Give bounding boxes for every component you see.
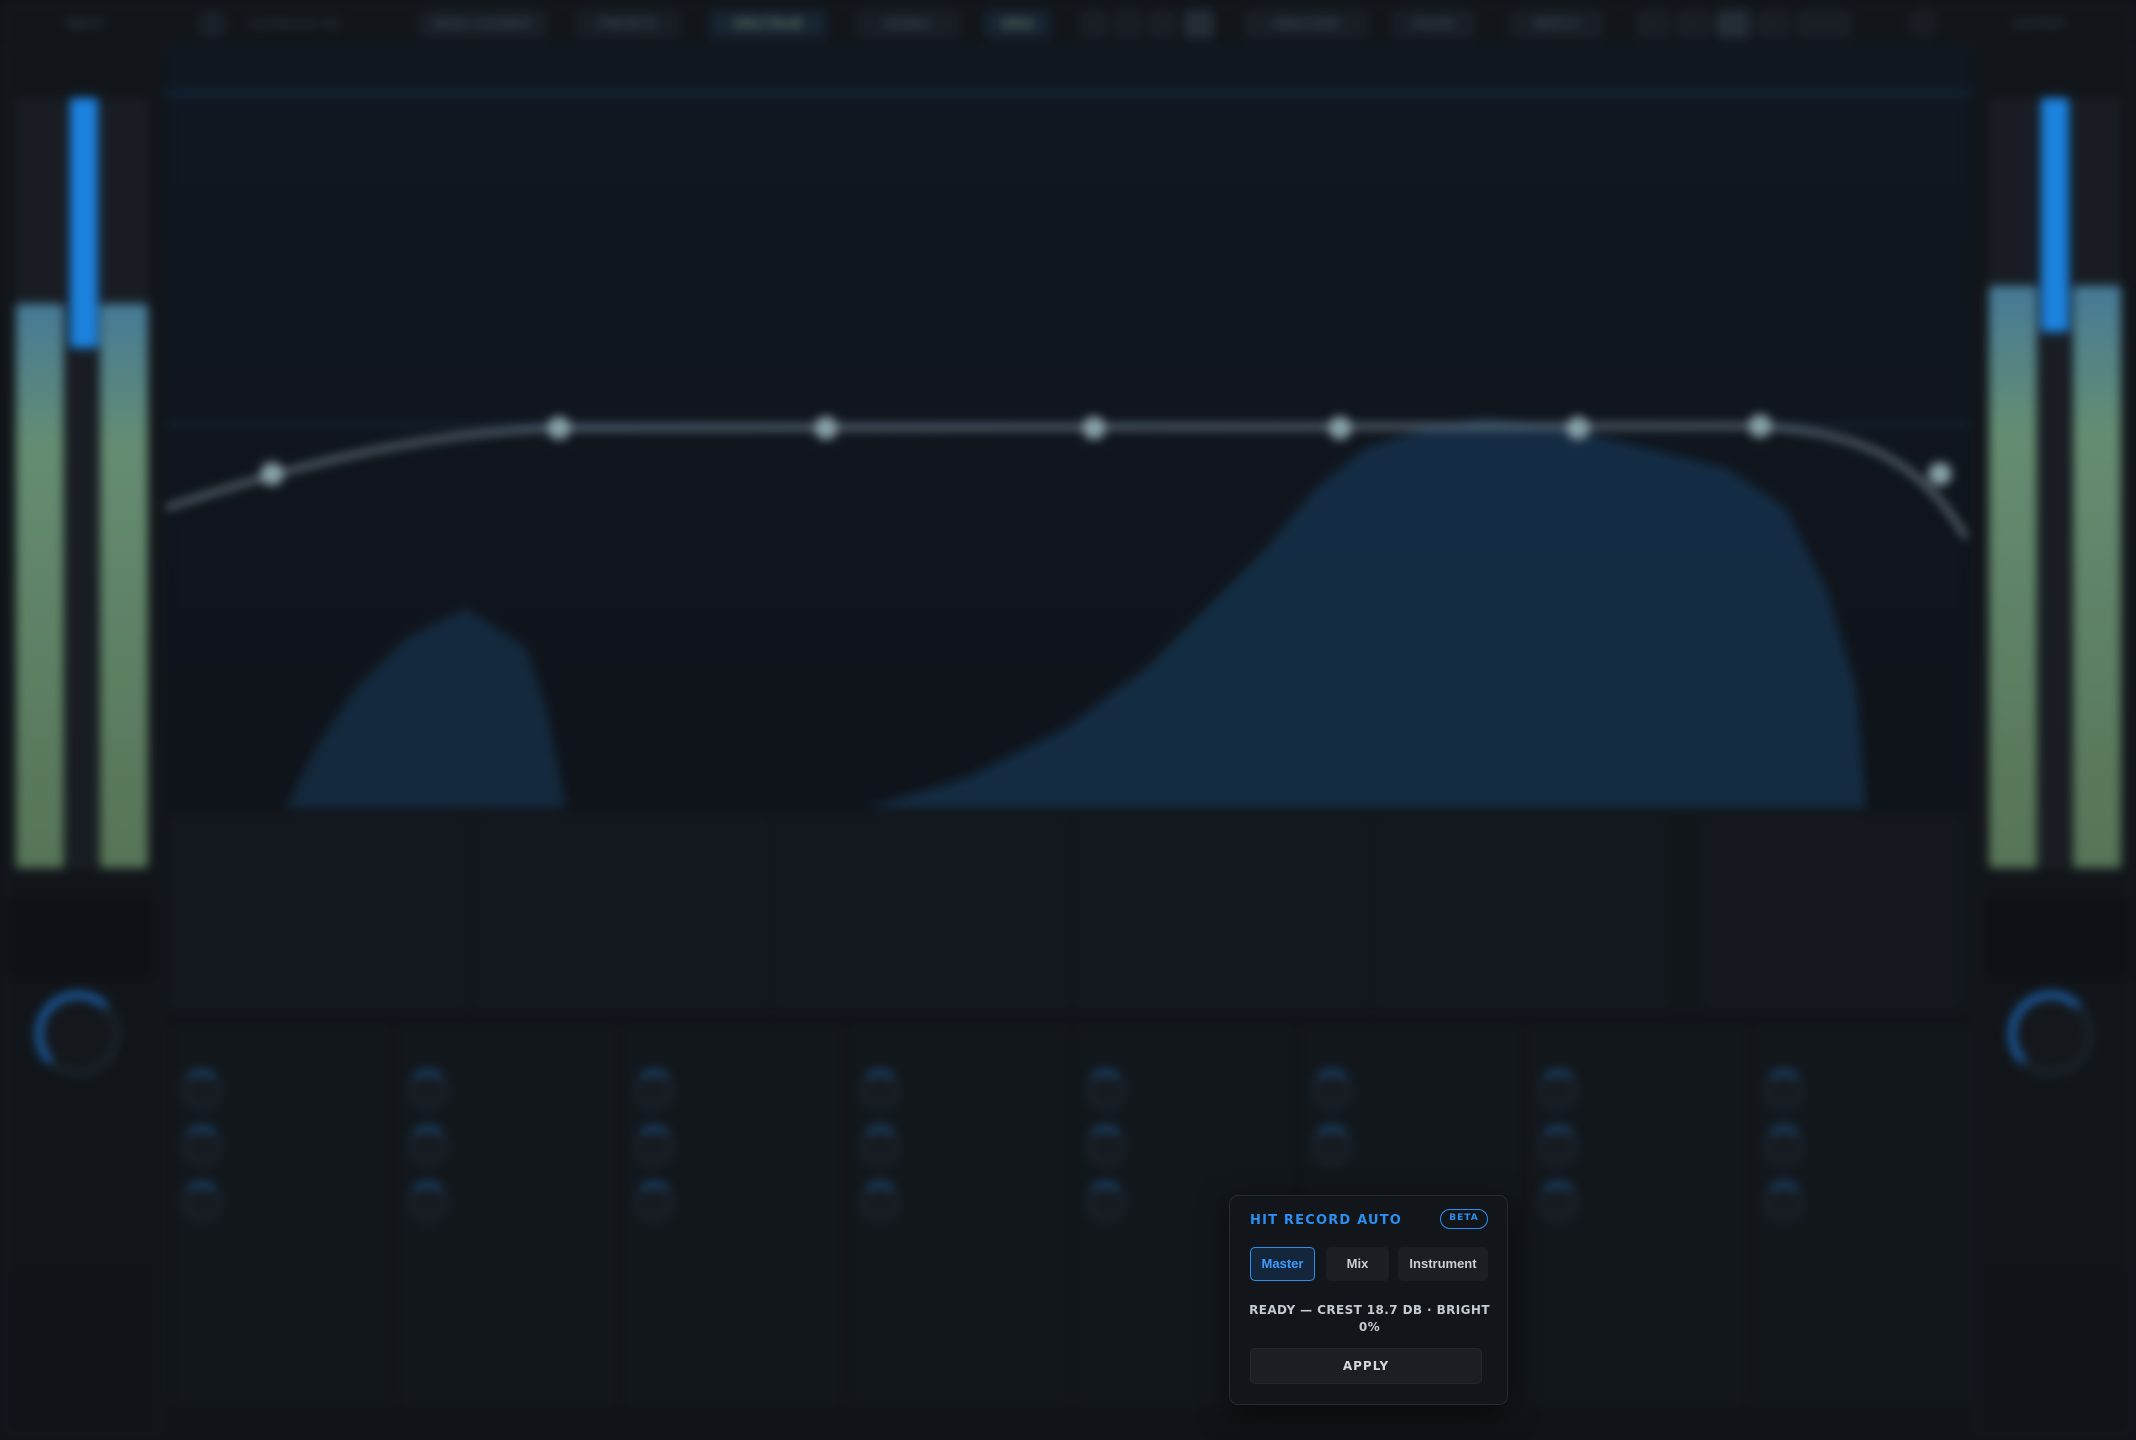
apply-button[interactable]: APPLY xyxy=(1250,1348,1482,1384)
band-knob[interactable] xyxy=(860,1126,900,1166)
module-row xyxy=(166,812,1970,1012)
output-label: OUTPUT xyxy=(2014,17,2066,31)
bottom-status-bar xyxy=(166,1412,1970,1440)
hit-record-auto-dialog: HIT RECORD AUTO BETA Master Mix Instrume… xyxy=(1229,1195,1508,1405)
band-knob[interactable] xyxy=(182,1182,222,1222)
toolbar-small-button[interactable] xyxy=(1636,10,1670,38)
band-knob[interactable] xyxy=(1538,1182,1578,1222)
bass-cleanup-button[interactable]: BASS CLEANUP xyxy=(418,10,548,38)
segment-mix-button[interactable]: Mix xyxy=(1326,1247,1389,1281)
eq-graph[interactable] xyxy=(166,48,1970,808)
band-knob[interactable] xyxy=(1086,1126,1126,1166)
eq-node xyxy=(548,417,570,439)
segment-instrument-button[interactable]: Instrument xyxy=(1398,1247,1488,1281)
band-knob[interactable] xyxy=(1764,1182,1804,1222)
band-knob[interactable] xyxy=(634,1126,674,1166)
grid-button[interactable]: GRID xyxy=(984,10,1050,38)
output-meter-right xyxy=(2073,286,2121,868)
toolbar-small-button[interactable] xyxy=(1184,10,1214,38)
input-meter-panel xyxy=(0,48,162,1440)
toolbar-small-button[interactable] xyxy=(1148,10,1176,38)
eq-curve-svg xyxy=(166,415,1970,808)
toolbar-small-button[interactable] xyxy=(1716,10,1750,38)
input-gain-knob[interactable] xyxy=(36,992,120,1076)
background-ui: INPUT EQTWOSIX EQ BASS CLEANUP PRESETS S… xyxy=(0,0,2136,1440)
band-knob[interactable] xyxy=(1764,1070,1804,1110)
band-knob[interactable] xyxy=(1086,1182,1126,1222)
eq-node xyxy=(1329,417,1351,439)
toolbar-small-button[interactable] xyxy=(1676,10,1710,38)
input-meter-right xyxy=(100,304,148,868)
output-readout xyxy=(1985,898,2127,978)
band-knob[interactable] xyxy=(1312,1126,1352,1166)
output-meter-panel xyxy=(1974,48,2136,1440)
band-knob[interactable] xyxy=(634,1182,674,1222)
input-label: INPUT xyxy=(65,17,105,31)
output-gain-knob[interactable] xyxy=(2009,992,2093,1076)
status-line-1: READY — CREST 18.7 DB · BRIGHT xyxy=(1249,1303,1490,1317)
module-sub-bass[interactable] xyxy=(174,820,464,1010)
spectrum-fill xyxy=(866,418,1866,808)
band-knob[interactable] xyxy=(182,1070,222,1110)
module-transient[interactable] xyxy=(1376,820,1666,1010)
toolbar-small-button[interactable] xyxy=(1796,10,1852,38)
input-gain-reduction-meter xyxy=(70,98,98,348)
band-knob[interactable] xyxy=(860,1182,900,1222)
output-stats xyxy=(1983,1268,2129,1428)
band-knob[interactable] xyxy=(1538,1126,1578,1166)
input-meter-left xyxy=(16,304,64,868)
eq-node xyxy=(1567,417,1589,439)
band-knob[interactable] xyxy=(1312,1070,1352,1110)
band-knob[interactable] xyxy=(182,1126,222,1166)
dialog-title: HIT RECORD AUTO xyxy=(1250,1213,1403,1228)
spectrum-fill xyxy=(286,608,566,808)
power-icon[interactable] xyxy=(1908,8,1938,38)
spectrum-button[interactable]: SPECTRUM xyxy=(710,10,826,38)
band-knob[interactable] xyxy=(408,1070,448,1110)
eq-node xyxy=(261,463,283,485)
module-coloration[interactable] xyxy=(476,820,766,1010)
phase-button[interactable]: PHASE xyxy=(1392,10,1476,38)
segment-master-button[interactable]: Master xyxy=(1250,1247,1315,1281)
band-knob[interactable] xyxy=(1764,1126,1804,1166)
signal-button[interactable]: SIGNAL xyxy=(856,10,960,38)
module-pulse[interactable] xyxy=(776,820,1066,1010)
band-knob[interactable] xyxy=(408,1182,448,1222)
status-text: READY — CREST 18.7 DB · BRIGHT 0% xyxy=(1240,1302,1499,1336)
status-line-2: 0% xyxy=(1358,1320,1381,1334)
match-button[interactable]: MATCH xyxy=(1510,10,1604,38)
plugin-window: INPUT EQTWOSIX EQ BASS CLEANUP PRESETS S… xyxy=(0,0,2136,1440)
eq-node xyxy=(1749,415,1771,437)
band-knob[interactable] xyxy=(408,1126,448,1166)
band-knob[interactable] xyxy=(860,1070,900,1110)
top-toolbar: INPUT EQTWOSIX EQ BASS CLEANUP PRESETS S… xyxy=(0,0,2136,48)
module-density[interactable] xyxy=(1076,820,1366,1010)
eq-node xyxy=(1083,417,1105,439)
output-meter-left xyxy=(1989,286,2037,868)
toolbar-small-button[interactable] xyxy=(1114,10,1142,38)
band-knob[interactable] xyxy=(1086,1070,1126,1110)
module-transient-view xyxy=(1706,820,1956,1010)
band-strip xyxy=(166,1020,1972,1410)
eq-node xyxy=(1929,463,1951,485)
analyzer-button[interactable]: ANALYZER xyxy=(1244,10,1368,38)
eq-node xyxy=(815,417,837,439)
beta-badge: BETA xyxy=(1440,1209,1488,1229)
band-knob[interactable] xyxy=(634,1070,674,1110)
input-stats xyxy=(8,1268,154,1428)
band-knob[interactable] xyxy=(1538,1070,1578,1110)
presets-button[interactable]: PRESETS xyxy=(576,10,680,38)
toolbar-small-button[interactable] xyxy=(1756,10,1790,38)
app-title: EQTWOSIX EQ xyxy=(249,17,341,31)
toolbar-small-button[interactable] xyxy=(1080,10,1108,38)
output-gain-reduction-meter xyxy=(2041,98,2069,332)
input-readout xyxy=(10,898,152,978)
logo-icon xyxy=(198,10,226,38)
